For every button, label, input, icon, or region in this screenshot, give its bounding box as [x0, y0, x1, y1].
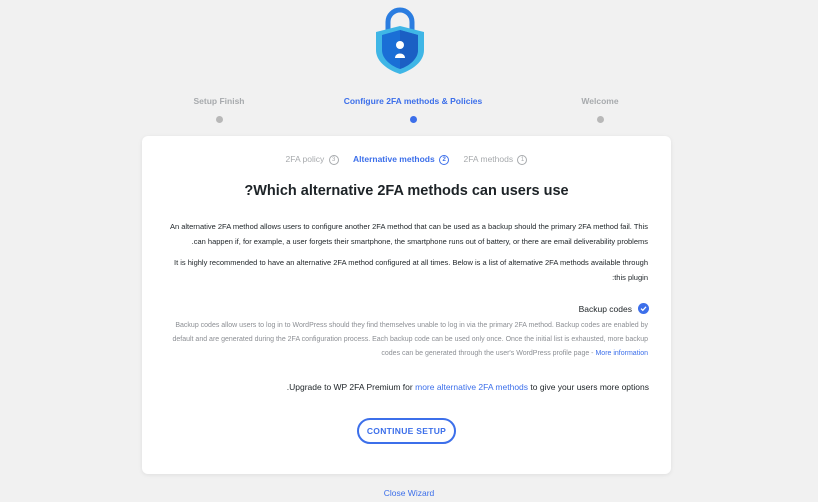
shield-lock-icon — [376, 7, 424, 74]
backup-codes-option[interactable]: Backup codes — [579, 303, 649, 314]
subtab-2fa-policy[interactable]: 2FA policy 3 — [286, 154, 339, 165]
upgrade-notice: Upgrade to WP 2FA Premium for more alter… — [286, 382, 649, 392]
step-setup-finish: Setup Finish — [190, 96, 248, 123]
wizard-card: 2FA policy 3 Alternative methods 2 2FA m… — [142, 136, 671, 474]
step-configure-methods: Configure 2FA methods & Policies — [340, 96, 486, 123]
more-methods-link[interactable]: more alternative 2FA methods — [415, 382, 528, 392]
backup-codes-label: Backup codes — [578, 303, 632, 314]
step-welcome: Welcome — [575, 96, 625, 123]
close-wizard-link[interactable]: Close Wizard — [0, 488, 818, 498]
page-title: ?Which alternative 2FA methods can users… — [244, 183, 569, 199]
check-icon[interactable] — [638, 303, 649, 314]
wp2fa-logo — [374, 6, 426, 76]
step-dot — [215, 116, 223, 123]
wizard-steps: Setup Finish Configure 2FA methods & Pol… — [0, 96, 818, 126]
step-dot — [596, 116, 604, 123]
subtab-2fa-methods[interactable]: 2FA methods 1 — [463, 154, 528, 165]
more-information-link[interactable]: More information — [595, 350, 648, 357]
sub-steps: 2FA policy 3 Alternative methods 2 2FA m… — [142, 154, 671, 165]
intro-text: An alternative 2FA method allows users t… — [169, 222, 648, 246]
continue-setup-button[interactable]: CONTINUE SETUP — [357, 418, 456, 444]
step-dot-active — [409, 116, 417, 123]
backup-codes-description: Backup codes allow users to log in to Wo… — [172, 322, 648, 357]
subtab-alternative-methods[interactable]: Alternative methods 2 — [353, 154, 450, 165]
recommend-text: It is highly recommended to have an alte… — [173, 258, 648, 282]
